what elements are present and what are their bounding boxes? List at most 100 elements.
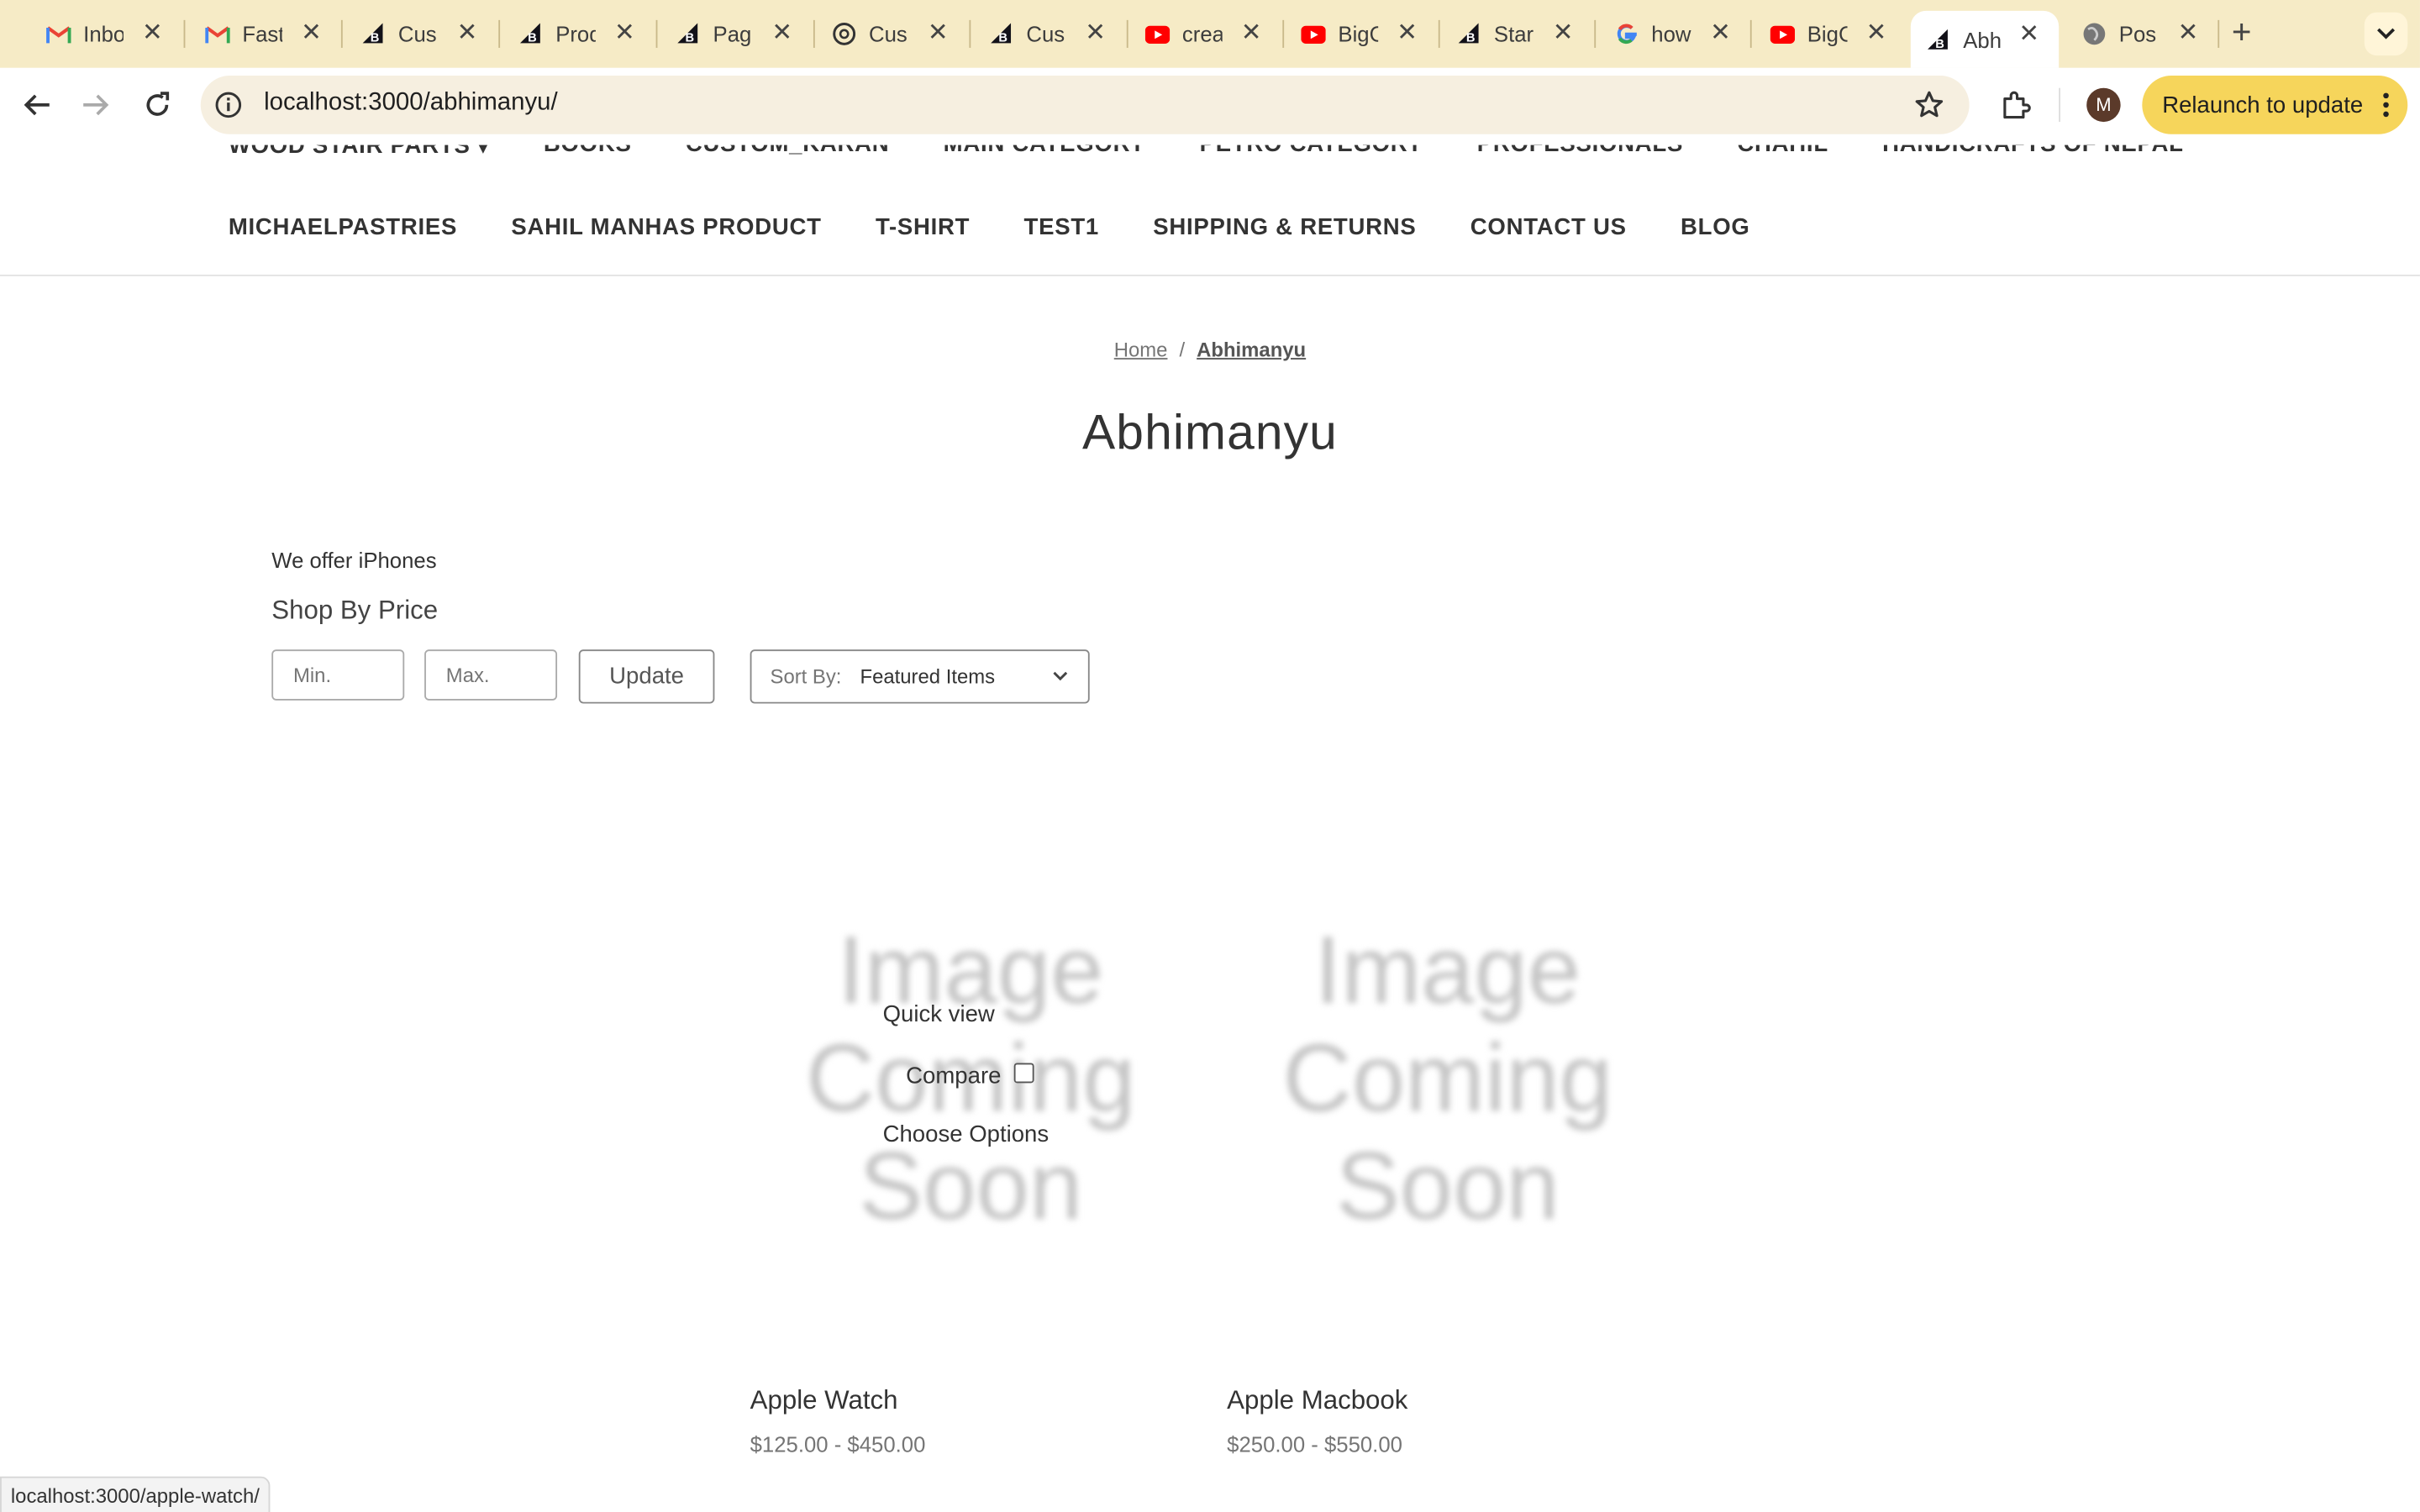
sort-by-value: Featured Items [860,664,996,689]
nav-item-contact-us[interactable]: CONTACT US [1470,214,1627,240]
nav-row-bottom: MICHAELPASTRIES SAHIL MANHAS PRODUCT T-S… [229,214,1804,240]
svg-text:B: B [528,32,537,45]
svg-text:B: B [371,32,380,45]
profile-avatar[interactable]: M [2086,87,2121,123]
tab-search-button[interactable] [2364,12,2408,56]
youtube-icon [1770,22,1796,46]
breadcrumb-separator: / [1179,338,1186,361]
product-title[interactable]: Apple Macbook [1227,1385,1407,1416]
tab-gmail-fast[interactable]: Fast ✕ [159,13,341,55]
shop-by-price-heading: Shop By Price [271,595,439,625]
relaunch-label: Relaunch to update [2162,92,2364,118]
site-navigation: WOOD STAIR PARTS ▾ BOOKS CUSTOM_KARAN MA… [0,144,2420,276]
tab-youtube-crea[interactable]: crea ✕ [1099,13,1281,55]
close-tab-icon[interactable]: ✕ [2178,17,2199,48]
youtube-icon [1301,22,1326,46]
update-price-button[interactable]: Update [578,649,715,704]
tab-pag[interactable]: B Pag ✕ [629,13,812,55]
tab-cus-1[interactable]: B Cus ✕ [315,13,497,55]
tab-title: Cus [1026,21,1065,47]
nav-item-shipping-returns[interactable]: SHIPPING & RETURNS [1153,214,1416,240]
tab-title: Fast [242,21,283,47]
breadcrumb-home[interactable]: Home [1114,338,1168,361]
bigcommerce-icon: B [1457,22,1481,46]
browser-window: Inbo ✕ Fast ✕ B Cus ✕ B Prod ✕ B Pag ✕ [0,0,2420,1512]
bigcommerce-icon: B [1926,27,1950,51]
nav-item-blog[interactable]: BLOG [1681,214,1750,240]
nav-item-test1[interactable]: TEST1 [1024,214,1099,240]
max-price-input[interactable] [424,649,558,701]
tab-strip: Inbo ✕ Fast ✕ B Cus ✕ B Prod ✕ B Pag ✕ [0,0,2420,68]
tab-star[interactable]: B Star ✕ [1411,13,1593,55]
tab-title: BigC [1807,21,1848,47]
bookmark-star-icon[interactable] [1914,90,1945,129]
nav-item-handicrafts-of-nepal[interactable]: HANDICRAFTS OF NEPAL [1882,145,2184,160]
svg-text:B: B [998,32,1007,45]
tab-title: Cus [869,21,908,47]
link-status-bar: localhost:3000/apple-watch/ [0,1476,271,1512]
bigcommerce-icon: B [676,22,700,46]
chevron-down-icon: ▾ [476,144,490,160]
relaunch-button[interactable]: Relaunch to update [2142,75,2408,134]
nav-item-wood-stair-parts[interactable]: WOOD STAIR PARTS ▾ [229,145,490,160]
tab-youtube-bigc-1[interactable]: BigC ✕ [1255,13,1437,55]
product-image-placeholder[interactable]: Image Coming Soon [1255,911,1640,1250]
compare-label[interactable]: Compare [906,1063,1001,1089]
bigcommerce-icon: B [361,22,386,46]
choose-options-button[interactable]: Choose Options [883,1121,1050,1147]
product-title[interactable]: Apple Watch [750,1385,898,1416]
new-tab-icon[interactable]: + [2232,13,2252,53]
tab-title: Pos [2118,21,2157,47]
tab-chatgpt[interactable]: Cus ✕ [786,13,968,55]
tab-title: Abh [1963,27,2002,52]
tab-google-how[interactable]: how ✕ [1568,13,1750,55]
site-info-icon[interactable] [214,91,242,126]
tab-title: Cus [397,21,437,47]
breadcrumb: Home / Abhimanyu [0,338,2420,361]
tab-cus-2[interactable]: B Cus ✕ [943,13,1125,55]
globe-icon [2082,22,2107,46]
url-text[interactable]: localhost:3000/abhimanyu/ [264,90,558,118]
tab-prod[interactable]: B Prod ✕ [472,13,655,55]
chatgpt-icon [832,22,856,46]
back-icon[interactable] [17,85,57,125]
svg-text:B: B [1935,37,1944,50]
nav-item-sahil-manhas-product[interactable]: SAHIL MANHAS PRODUCT [511,214,821,240]
chevron-down-icon [2377,28,2396,39]
category-description: We offer iPhones [271,548,437,573]
nav-item-t-shirt[interactable]: T-SHIRT [876,214,970,240]
svg-text:B: B [1466,32,1476,45]
compare-checkbox[interactable] [1013,1063,1034,1084]
nav-item-professionals[interactable]: PROFESSIONALS [1477,145,1683,160]
tab-youtube-bigc-2[interactable]: BigC ✕ [1724,13,1907,55]
breadcrumb-current[interactable]: Abhimanyu [1197,338,1306,361]
extensions-icon[interactable] [2000,90,2031,129]
nav-item-chahil[interactable]: CHAHIL [1737,145,1828,160]
min-price-input[interactable] [271,649,405,701]
page-title: Abhimanyu [1081,404,1338,460]
gmail-icon [46,22,71,46]
reload-icon[interactable] [137,85,177,125]
bigcommerce-icon: B [989,22,1013,46]
forward-icon[interactable] [76,85,116,125]
chevron-down-icon [1053,671,1068,681]
tab-pos[interactable]: Pos ✕ [2036,13,2218,55]
product-price: $125.00 - $450.00 [750,1431,926,1457]
nav-item-custom-karan[interactable]: CUSTOM_KARAN [686,145,890,160]
product-price: $250.00 - $550.00 [1227,1431,1402,1457]
quick-view-button[interactable]: Quick view [883,1001,995,1027]
more-menu-icon[interactable] [2383,92,2389,118]
nav-item-books[interactable]: BOOKS [544,145,632,160]
close-tab-icon[interactable]: ✕ [1866,17,1887,48]
gmail-icon [205,22,230,46]
tab-title: crea [1181,21,1223,47]
nav-item-main-category[interactable]: MAIN CATEGORY [944,145,1146,160]
nav-item-petro-category[interactable]: PETRO CATEGORY [1200,145,1423,160]
sort-by-select[interactable]: Sort By: Featured Items [750,649,1090,704]
nav-row-top: WOOD STAIR PARTS ▾ BOOKS CUSTOM_KARAN MA… [229,145,2238,160]
tab-gmail-inbox[interactable]: Inbo ✕ [0,13,182,55]
tab-title: Prod [555,21,596,47]
tab-title: how [1651,21,1691,47]
svg-text:B: B [685,32,694,45]
nav-item-michaelpastries[interactable]: MICHAELPASTRIES [229,214,457,240]
